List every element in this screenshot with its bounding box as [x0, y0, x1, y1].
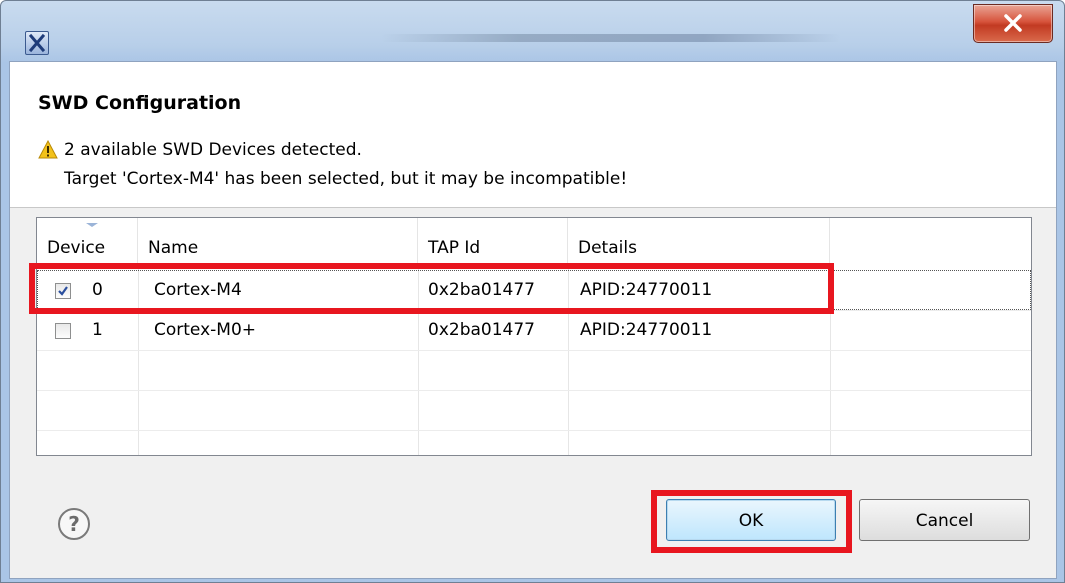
svg-text:?: ?: [68, 512, 80, 536]
table-row-empty: [37, 430, 1031, 454]
table-row-empty: [37, 350, 1031, 391]
table-header: Device Name TAP Id Details: [37, 218, 1031, 268]
cell-device: 0: [92, 280, 103, 300]
cell-details: APID:24770011: [580, 280, 713, 300]
cell-tap-id: 0x2ba01477: [428, 280, 535, 300]
window-title-blurred: [381, 34, 841, 42]
help-icon[interactable]: ?: [57, 507, 91, 541]
title-bar[interactable]: [1, 1, 1064, 61]
message-line-2: Target 'Cortex-M4' has been selected, bu…: [64, 169, 628, 189]
close-button[interactable]: [973, 4, 1053, 43]
dialog-title: SWD Configuration: [38, 92, 242, 114]
table-row-empty: [37, 390, 1031, 431]
message-line-1: 2 available SWD Devices detected.: [64, 140, 362, 160]
column-header-details[interactable]: Details: [568, 218, 830, 268]
checkmark-icon: [58, 286, 68, 296]
ok-button[interactable]: OK: [666, 499, 836, 541]
sort-indicator-icon: [86, 223, 98, 227]
column-header-name[interactable]: Name: [138, 218, 418, 268]
cell-details: APID:24770011: [580, 320, 713, 340]
table-row[interactable]: 0 Cortex-M4 0x2ba01477 APID:24770011: [37, 270, 1031, 311]
table-row[interactable]: 1 Cortex-M0+ 0x2ba01477 APID:24770011: [37, 310, 1031, 351]
cell-name: Cortex-M0+: [154, 320, 257, 340]
eclipse-x-icon: [25, 31, 49, 55]
column-header-tap-id[interactable]: TAP Id: [418, 218, 568, 268]
device-checkbox[interactable]: [55, 323, 71, 339]
cancel-button[interactable]: Cancel: [859, 499, 1030, 541]
cell-device: 1: [92, 320, 103, 340]
device-table[interactable]: Device Name TAP Id Details 0 Cortex-M4 0…: [36, 217, 1032, 456]
cell-tap-id: 0x2ba01477: [428, 320, 535, 340]
dialog-header: SWD Configuration 2 available SWD Device…: [10, 62, 1056, 208]
device-checkbox[interactable]: [55, 283, 71, 299]
dialog-window: SWD Configuration 2 available SWD Device…: [0, 0, 1065, 583]
warning-icon: [38, 140, 58, 159]
close-icon: [1004, 14, 1022, 32]
dialog-client-area: SWD Configuration 2 available SWD Device…: [9, 61, 1057, 579]
cell-name: Cortex-M4: [154, 280, 242, 300]
